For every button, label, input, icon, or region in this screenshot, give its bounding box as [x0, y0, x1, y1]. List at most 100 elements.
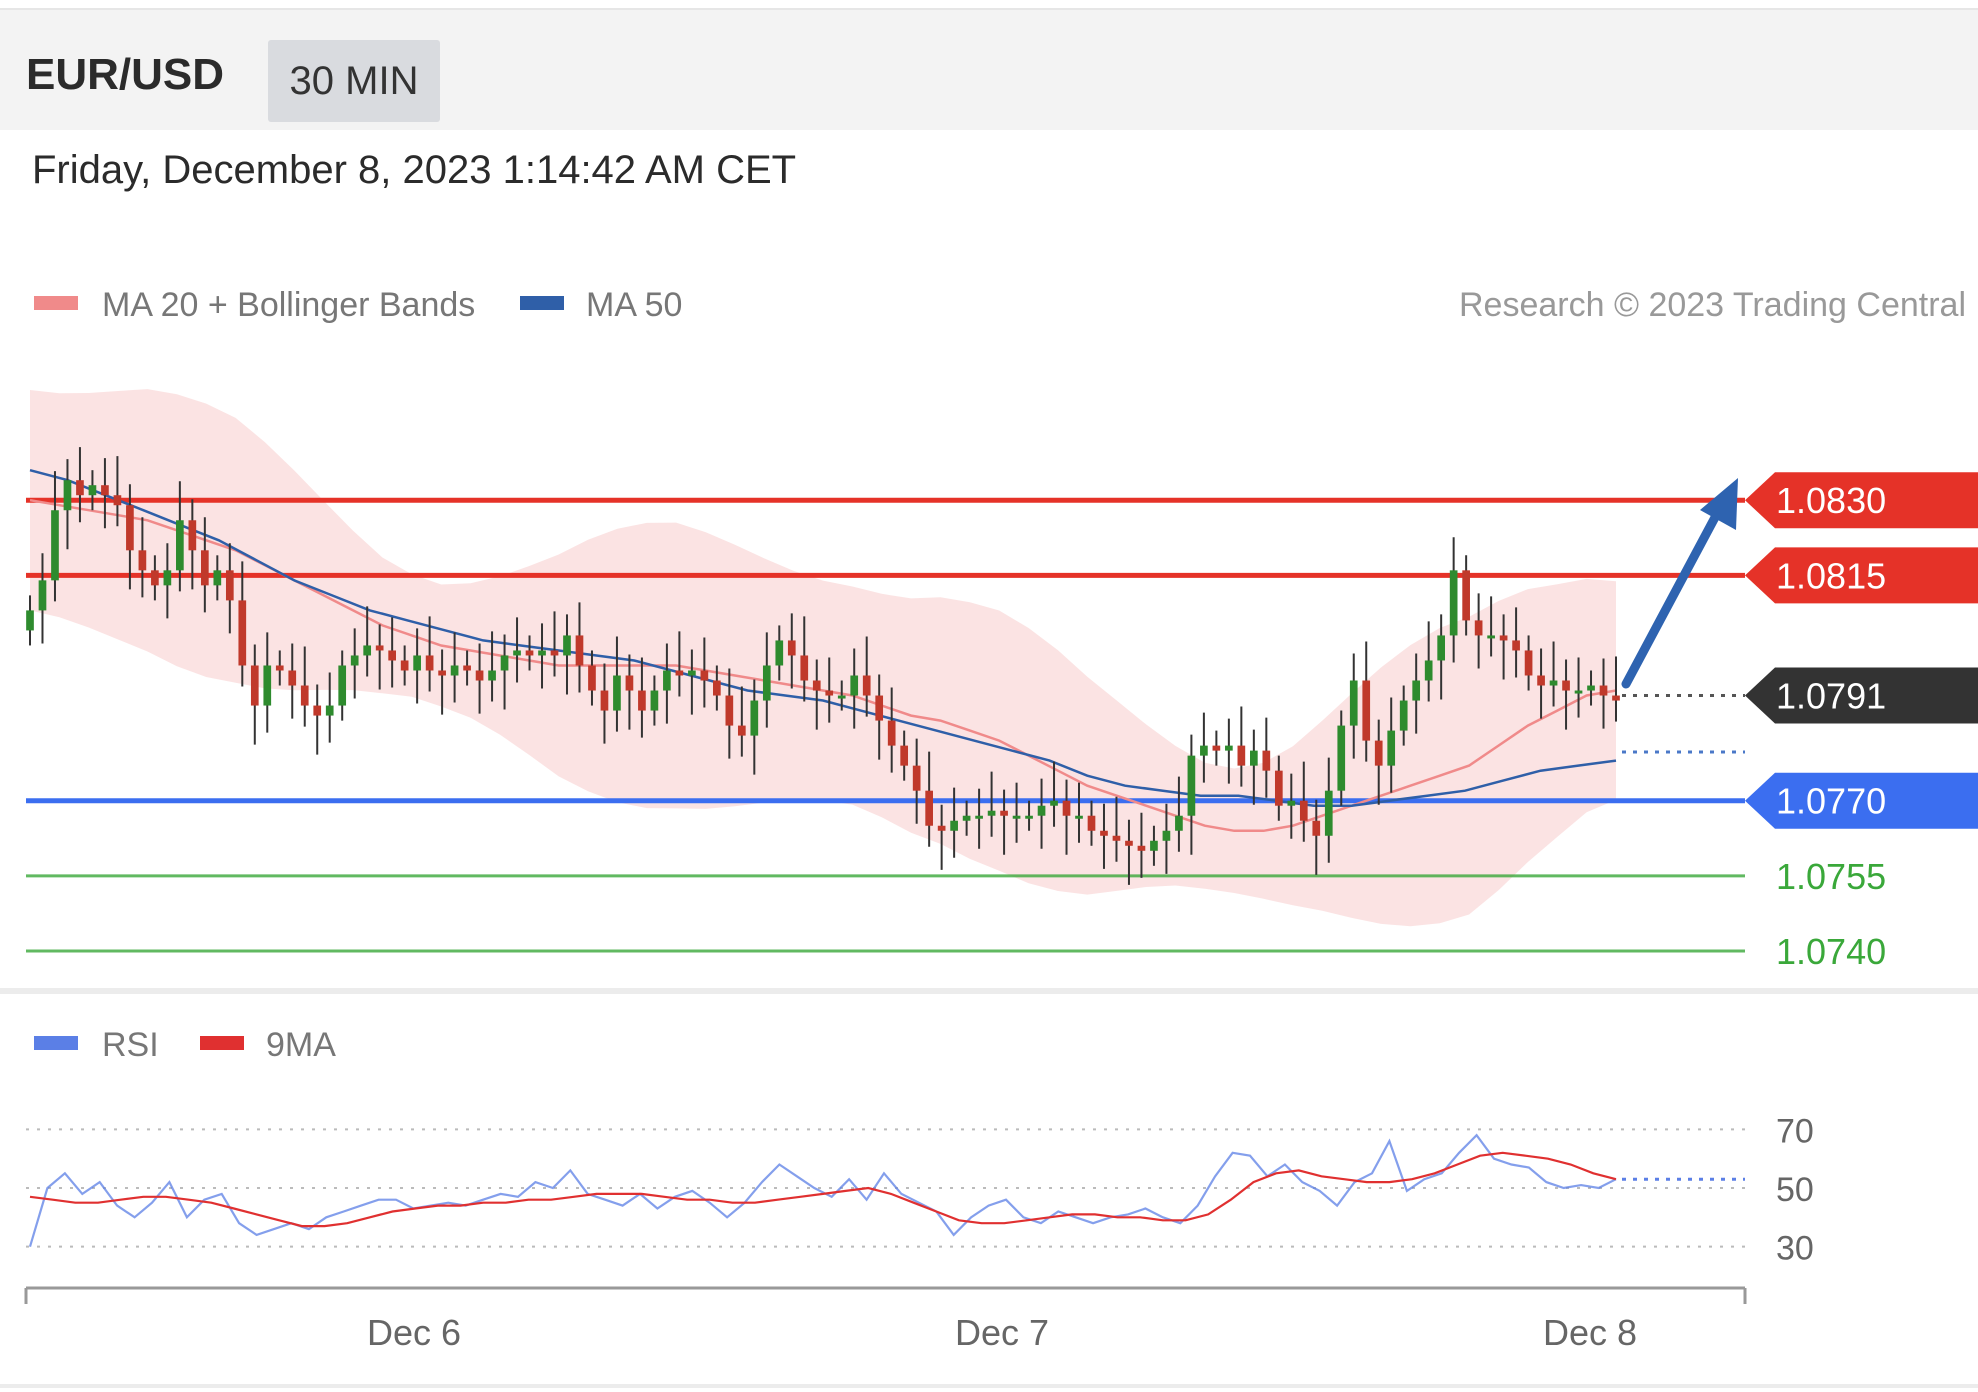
candle-body [1175, 815, 1183, 831]
candle-body [425, 655, 434, 671]
candle-body [1037, 805, 1046, 816]
candle-body [1599, 685, 1608, 696]
candle-body [325, 705, 334, 716]
candle-body [600, 690, 609, 711]
candle-body [1250, 750, 1258, 766]
candle-body [176, 520, 184, 571]
candle-body [450, 665, 459, 676]
candle-body [1200, 745, 1208, 756]
candle-body [688, 670, 696, 676]
x-tick-label: Dec 6 [367, 1312, 461, 1353]
candle-body [51, 510, 59, 581]
candle-body [1387, 730, 1396, 766]
resistance-label-0: 1.0830 [1776, 480, 1886, 521]
ma50-legend-label: MA 50 [586, 286, 682, 324]
candle-body [1062, 800, 1071, 816]
candle-body [613, 675, 621, 711]
candle-body [1075, 815, 1083, 819]
candle-body [812, 680, 821, 691]
x-axis: Dec 6 Dec 7 Dec 8 [24, 1286, 1747, 1353]
candle-body [1474, 620, 1483, 636]
candle-body [1274, 770, 1283, 806]
candle-body [1487, 635, 1495, 639]
candle-body [1012, 815, 1021, 819]
candle-body [225, 570, 234, 601]
candle-body [1025, 815, 1033, 819]
candle-body [413, 655, 421, 671]
rsi-legend-swatch [34, 1036, 78, 1050]
candle-body [338, 665, 347, 706]
forecast-arrow-shaft [1621, 503, 1725, 689]
candle-body [213, 570, 222, 586]
candle-body [1449, 570, 1458, 636]
candle-body [1150, 840, 1158, 851]
candle-body [563, 635, 571, 656]
candle-body [1312, 820, 1321, 836]
candle-body [200, 550, 209, 586]
candle-body [1362, 680, 1371, 741]
candle-body [26, 610, 34, 631]
candle-body [1462, 570, 1470, 621]
rsi-panel: 70 50 30 [26, 1112, 1814, 1268]
candle-body [300, 685, 309, 706]
candle-body [101, 485, 109, 496]
candle-body [63, 480, 72, 511]
candle-body [76, 480, 84, 496]
candle-body [887, 720, 896, 746]
candle-body [1412, 680, 1421, 701]
candle-body [250, 665, 259, 706]
candle-body [1499, 635, 1508, 641]
ma20-legend-swatch [34, 296, 78, 310]
candle-body [438, 670, 446, 676]
candle-body [1437, 635, 1446, 661]
candle-body [151, 570, 159, 586]
candle-body [800, 655, 809, 681]
candle-body [962, 815, 971, 821]
price-chart: MA 20 + Bollinger Bands MA 50 Research ©… [24, 286, 1978, 1353]
candle-body [1612, 695, 1620, 701]
copyright-text: Research © 2023 Trading Central [1459, 286, 1966, 324]
level-labels-layer: 1.0830 1.0815 1.0791 1.0770 1.0755 1.0740 [1745, 472, 1978, 972]
candle-body [937, 825, 946, 831]
candle-body [1050, 800, 1058, 806]
candle-body [1337, 725, 1346, 791]
current-label-2: 1.0791 [1776, 676, 1886, 717]
candle-body [238, 600, 247, 666]
bottom-border [0, 1384, 1978, 1388]
candle-body [1424, 660, 1433, 681]
candle-body [1512, 640, 1520, 651]
panel-divider [0, 988, 1978, 994]
candle-body [1549, 680, 1558, 686]
chart-widget: { "header": { "symbol": "EUR/USD", "time… [0, 0, 1978, 1392]
candle-body [1125, 840, 1133, 846]
candle-body [388, 650, 396, 661]
candle-body [1137, 845, 1146, 851]
candle-body [1587, 685, 1595, 691]
rsi-tick-label: 50 [1776, 1171, 1814, 1209]
candle-body [350, 655, 359, 666]
forecast-arrow-head [1700, 478, 1738, 530]
candle-body [1212, 745, 1221, 751]
candle-body [550, 650, 559, 656]
ma9-legend-label: 9MA [266, 1026, 336, 1064]
candle-body [725, 695, 734, 726]
candle-body [138, 550, 147, 571]
support-label-3: 1.0770 [1776, 781, 1886, 822]
ma9-legend-swatch [200, 1036, 244, 1050]
candle-body [363, 645, 372, 656]
candle-body [163, 570, 172, 586]
candle-body [862, 675, 871, 696]
candle-body [513, 650, 521, 656]
candle-body [1399, 700, 1408, 731]
candle-body [1225, 745, 1233, 751]
candle-body [638, 690, 646, 711]
candle-body [500, 655, 509, 671]
candle-body [188, 520, 197, 551]
candle-body [700, 670, 709, 681]
candle-body [263, 665, 272, 706]
candle-body [1537, 675, 1545, 686]
candle-body [625, 675, 634, 691]
candle-body [538, 650, 546, 656]
candle-body [900, 745, 909, 766]
candle-body [113, 495, 122, 506]
